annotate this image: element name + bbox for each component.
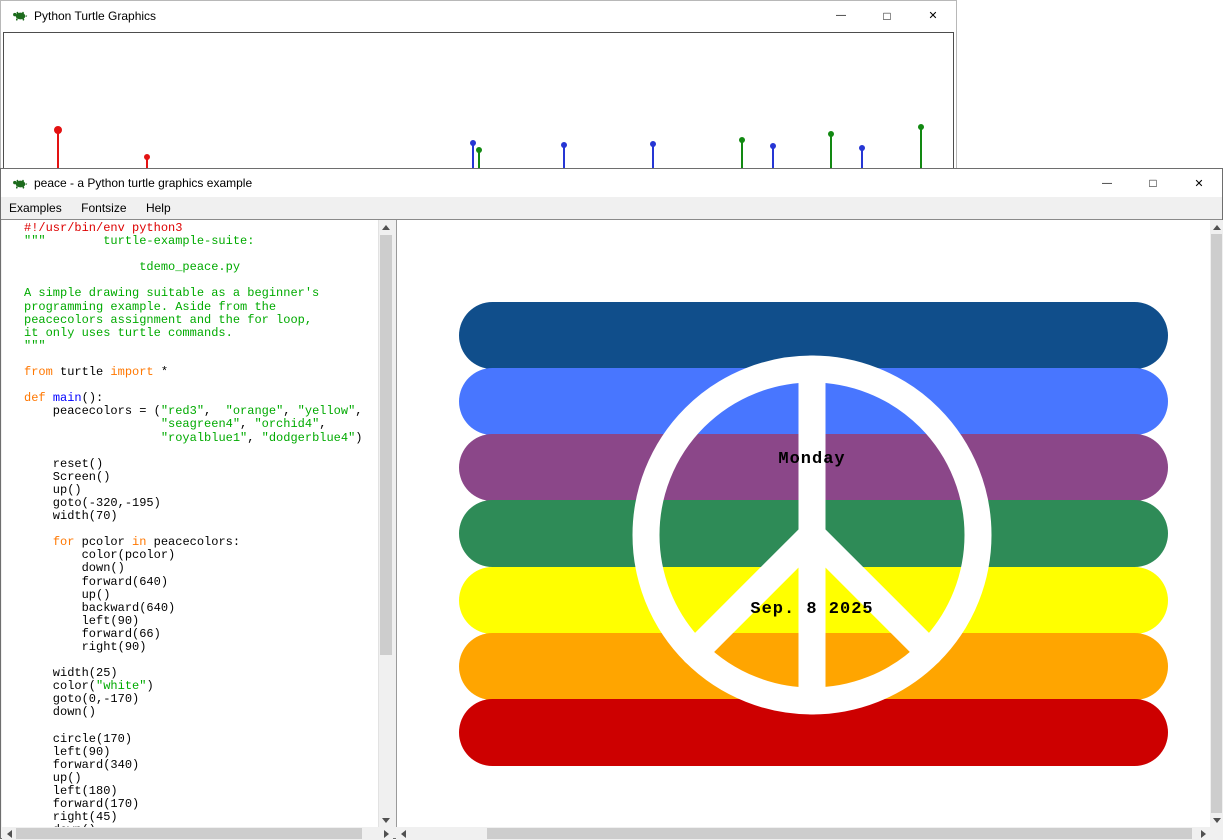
weekday-text: Monday xyxy=(778,450,845,469)
tree-dot xyxy=(859,145,865,151)
code-line: down() xyxy=(24,706,378,719)
code-line: from turtle import * xyxy=(24,366,378,379)
drawing-canvas: Monday Sep. 8 2025 xyxy=(396,220,1210,827)
peace-window: peace - a Python turtle graphics example… xyxy=(0,168,1223,839)
scroll-up-arrow-icon[interactable] xyxy=(1210,220,1223,234)
menubar: Examples Fontsize Help xyxy=(1,197,1222,219)
maximize-button[interactable]: □ xyxy=(864,1,910,30)
tree-dot xyxy=(650,141,656,147)
tree-dot xyxy=(828,131,834,137)
turtle-icon xyxy=(12,175,28,191)
code-line: tdemo_peace.py xyxy=(24,261,378,274)
peace-window-titlebar[interactable]: peace - a Python turtle graphics example… xyxy=(1,169,1222,197)
scrollbar-thumb[interactable] xyxy=(487,828,1192,839)
code-line: """ turtle-example-suite: xyxy=(24,235,378,248)
scrollbar-thumb[interactable] xyxy=(380,235,392,655)
tree-stem xyxy=(830,134,832,168)
tree-stem xyxy=(772,146,774,168)
code-vertical-scrollbar[interactable] xyxy=(378,220,393,827)
peace-window-controls: — □ ✕ xyxy=(1084,169,1222,197)
scroll-right-arrow-icon[interactable] xyxy=(379,827,393,840)
maximize-button[interactable]: □ xyxy=(1130,169,1176,197)
scrollbar-corner xyxy=(1210,827,1223,840)
tree-dot xyxy=(561,142,567,148)
code-line: right(90) xyxy=(24,641,378,654)
turtle-canvas xyxy=(3,32,954,169)
turtle-window-controls: — □ ✕ xyxy=(818,1,956,30)
code-line: width(70) xyxy=(24,510,378,523)
scroll-left-arrow-icon[interactable] xyxy=(2,827,16,840)
menu-help[interactable]: Help xyxy=(139,197,178,219)
turtle-graphics-window: Python Turtle Graphics — □ ✕ xyxy=(0,0,957,169)
minimize-button[interactable]: — xyxy=(1084,169,1130,197)
peace-window-title: peace - a Python turtle graphics example xyxy=(34,169,252,197)
code-line: it only uses turtle commands. xyxy=(24,327,378,340)
tree-stem xyxy=(563,145,565,168)
tree-stem xyxy=(861,148,863,168)
code-horizontal-scrollbar[interactable] xyxy=(2,827,393,840)
canvas-horizontal-scrollbar[interactable] xyxy=(396,827,1210,840)
peace-symbol xyxy=(397,220,1210,827)
code-line: "royalblue1", "dodgerblue4") xyxy=(24,432,378,445)
tree-dot xyxy=(739,137,745,143)
turtle-icon xyxy=(12,7,28,23)
demo-content: #!/usr/bin/env python3""" turtle-example… xyxy=(1,219,1222,838)
canvas-vertical-scrollbar[interactable] xyxy=(1210,220,1223,827)
scrollbar-thumb[interactable] xyxy=(16,828,362,839)
scroll-right-arrow-icon[interactable] xyxy=(1196,827,1210,840)
close-button[interactable]: ✕ xyxy=(910,1,956,30)
tree-stem xyxy=(920,127,922,168)
tree-dot xyxy=(144,154,150,160)
tree-dot xyxy=(476,147,482,153)
close-button[interactable]: ✕ xyxy=(1176,169,1222,197)
tree-stem xyxy=(57,130,59,168)
scroll-down-arrow-icon[interactable] xyxy=(1210,813,1223,827)
code-text[interactable]: #!/usr/bin/env python3""" turtle-example… xyxy=(2,220,378,827)
tree-dot xyxy=(470,140,476,146)
turtle-window-titlebar[interactable]: Python Turtle Graphics — □ ✕ xyxy=(1,1,956,30)
menu-examples[interactable]: Examples xyxy=(2,197,69,219)
scroll-left-arrow-icon[interactable] xyxy=(396,827,410,840)
scroll-up-arrow-icon[interactable] xyxy=(379,220,393,234)
tree-dot xyxy=(918,124,924,130)
date-text: Sep. 8 2025 xyxy=(750,600,873,619)
tree-stem xyxy=(652,144,654,168)
tree-stem xyxy=(472,143,474,168)
tree-dot xyxy=(770,143,776,149)
scrollbar-thumb[interactable] xyxy=(1211,234,1222,813)
scroll-down-arrow-icon[interactable] xyxy=(379,813,393,827)
turtle-window-title: Python Turtle Graphics xyxy=(34,1,156,30)
tree-dot xyxy=(54,126,62,134)
minimize-button[interactable]: — xyxy=(818,1,864,30)
code-line: """ xyxy=(24,340,378,353)
tree-stem xyxy=(741,140,743,168)
menu-fontsize[interactable]: Fontsize xyxy=(74,197,133,219)
